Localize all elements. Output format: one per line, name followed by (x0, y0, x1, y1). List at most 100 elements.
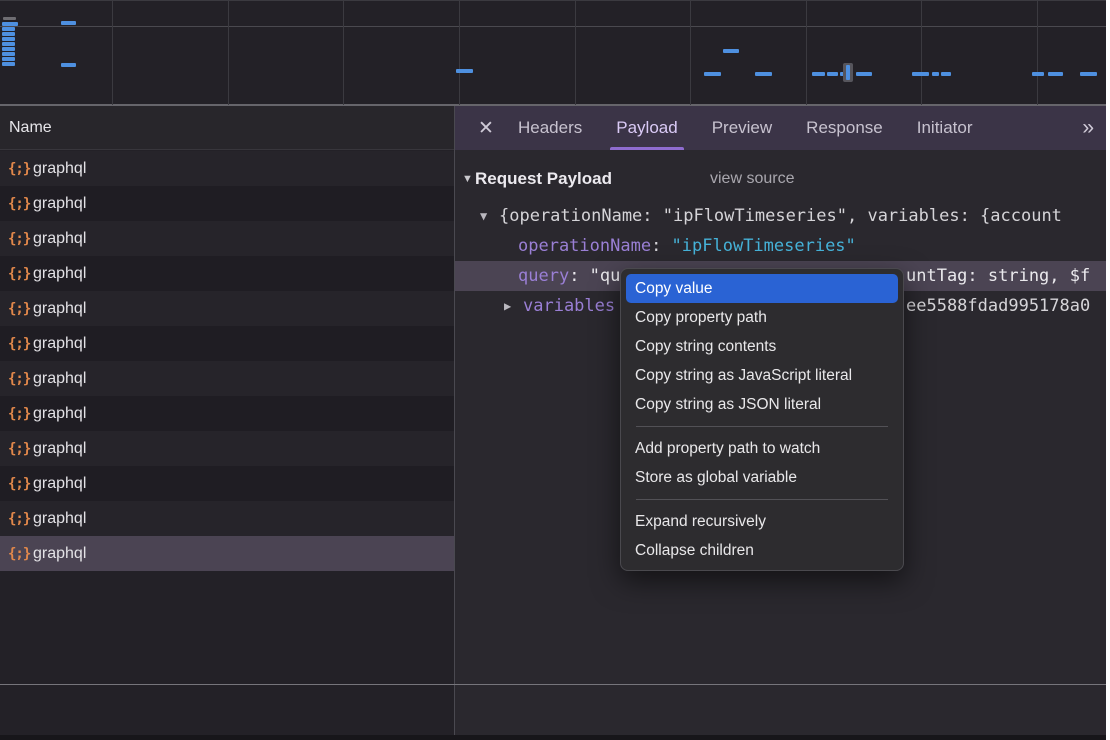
waterfall-bar (1048, 72, 1063, 76)
request-name: graphql (33, 545, 86, 563)
request-name: graphql (33, 335, 86, 353)
menu-item-copy-string-as-javascript-literal[interactable]: Copy string as JavaScript literal (621, 361, 903, 390)
network-overview-timeline[interactable] (0, 0, 1106, 106)
tab-payload[interactable]: Payload (610, 106, 683, 150)
request-row[interactable]: {;}graphql (0, 466, 454, 501)
overview-vertical-gridline (1037, 1, 1038, 105)
menu-item-store-as-global-variable[interactable]: Store as global variable (621, 463, 903, 492)
view-source-link[interactable]: view source (710, 164, 794, 194)
waterfall-bar (2, 37, 15, 41)
overview-vertical-gridline (575, 1, 576, 105)
key-separator: : (569, 266, 589, 286)
name-column-label: Name (9, 119, 52, 137)
waterfall-bar (61, 21, 76, 25)
waterfall-bar (856, 72, 872, 76)
menu-separator (636, 426, 888, 427)
request-payload-title: Request Payload (475, 164, 612, 194)
menu-item-copy-property-path[interactable]: Copy property path (621, 303, 903, 332)
overview-selected-request-marker (843, 63, 853, 82)
request-row[interactable]: {;}graphql (0, 501, 454, 536)
property-key: operationName (518, 236, 651, 256)
request-row[interactable]: {;}graphql (0, 431, 454, 466)
window-bottom-edge (0, 735, 1106, 740)
request-row-selected[interactable]: {;}graphql (0, 536, 454, 571)
json-braces-icon: {;} (8, 301, 30, 317)
waterfall-bar (827, 72, 838, 76)
overview-vertical-gridline (806, 1, 807, 105)
detail-tabs: Headers Payload Preview Response Initiator (501, 106, 989, 150)
request-row[interactable]: {;}graphql (0, 256, 454, 291)
json-braces-icon: {;} (8, 266, 30, 282)
waterfall-bar (2, 32, 15, 36)
waterfall-bar (1032, 72, 1044, 76)
property-key: variables (523, 291, 615, 321)
root-disclosure-icon[interactable]: ▼ (480, 201, 487, 231)
devtools-window: Name {;}graphql{;}graphql{;}graphql{;}gr… (0, 0, 1106, 740)
property-value-start: "qu (590, 266, 621, 286)
tab-initiator[interactable]: Initiator (911, 106, 979, 150)
json-braces-icon: {;} (8, 371, 30, 387)
name-column-header[interactable]: Name (0, 106, 454, 150)
menu-item-collapse-children[interactable]: Collapse children (621, 536, 903, 565)
tab-headers[interactable]: Headers (512, 106, 588, 150)
waterfall-bar (723, 49, 739, 53)
property-key: query (518, 266, 569, 286)
request-row[interactable]: {;}graphql (0, 291, 454, 326)
detail-tabbar: ✕ Headers Payload Preview Response Initiator… (455, 106, 1106, 150)
overview-vertical-gridline (459, 1, 460, 105)
json-braces-icon: {;} (8, 476, 30, 492)
menu-item-add-property-path-to-watch[interactable]: Add property path to watch (621, 434, 903, 463)
json-braces-icon: {;} (8, 546, 30, 562)
menu-item-copy-string-as-json-literal[interactable]: Copy string as JSON literal (621, 390, 903, 419)
request-name: graphql (33, 440, 86, 458)
menu-item-expand-recursively[interactable]: Expand recursively (621, 507, 903, 536)
json-braces-icon: {;} (8, 406, 30, 422)
overview-vertical-gridline (343, 1, 344, 105)
key-separator: : (651, 236, 671, 256)
json-braces-icon: {;} (8, 161, 30, 177)
overflow-tabs-icon[interactable]: » (1082, 106, 1092, 150)
waterfall-bar (812, 72, 825, 76)
close-detail-icon[interactable]: ✕ (471, 106, 501, 150)
request-payload-section: ▼ Request Payload view source (455, 164, 1106, 194)
request-name: graphql (33, 405, 86, 423)
request-row[interactable]: {;}graphql (0, 396, 454, 431)
waterfall-bar (3, 17, 16, 20)
request-row[interactable]: {;}graphql (0, 221, 454, 256)
request-row[interactable]: {;}graphql (0, 326, 454, 361)
menu-item-copy-string-contents[interactable]: Copy string contents (621, 332, 903, 361)
request-name: graphql (33, 300, 86, 318)
payload-root-row[interactable]: ▼ {operationName: "ipFlowTimeseries", va… (455, 201, 1106, 231)
request-name: graphql (33, 195, 86, 213)
request-row[interactable]: {;}graphql (0, 151, 454, 186)
json-braces-icon: {;} (8, 196, 30, 212)
context-menu: Copy valueCopy property pathCopy string … (620, 268, 904, 571)
section-disclosure-icon[interactable]: ▼ (462, 164, 473, 194)
request-name: graphql (33, 230, 86, 248)
overview-vertical-gridline (228, 1, 229, 105)
waterfall-bar (456, 69, 473, 73)
footer-divider (0, 684, 1106, 685)
request-name: graphql (33, 370, 86, 388)
payload-operation-row[interactable]: operationName: "ipFlowTimeseries" (455, 231, 1106, 261)
request-name: graphql (33, 265, 86, 283)
request-name: graphql (33, 160, 86, 178)
menu-separator (636, 499, 888, 500)
tab-response[interactable]: Response (800, 106, 889, 150)
request-row[interactable]: {;}graphql (0, 186, 454, 221)
request-rows: {;}graphql{;}graphql{;}graphql{;}graphql… (0, 151, 454, 571)
waterfall-bar (61, 63, 76, 67)
request-list-panel: Name {;}graphql{;}graphql{;}graphql{;}gr… (0, 106, 454, 735)
variables-disclosure-icon[interactable]: ▶ (504, 291, 511, 321)
devtools-network-panel: Name {;}graphql{;}graphql{;}graphql{;}gr… (0, 0, 1110, 740)
payload-root-preview: {operationName: "ipFlowTimeseries", vari… (499, 201, 1062, 231)
waterfall-bar (912, 72, 929, 76)
json-braces-icon: {;} (8, 441, 30, 457)
overview-vertical-gridline (690, 1, 691, 105)
waterfall-bar (2, 47, 15, 51)
json-braces-icon: {;} (8, 336, 30, 352)
menu-item-copy-value[interactable]: Copy value (626, 274, 898, 303)
overview-vertical-gridline (921, 1, 922, 105)
request-row[interactable]: {;}graphql (0, 361, 454, 396)
tab-preview[interactable]: Preview (706, 106, 778, 150)
